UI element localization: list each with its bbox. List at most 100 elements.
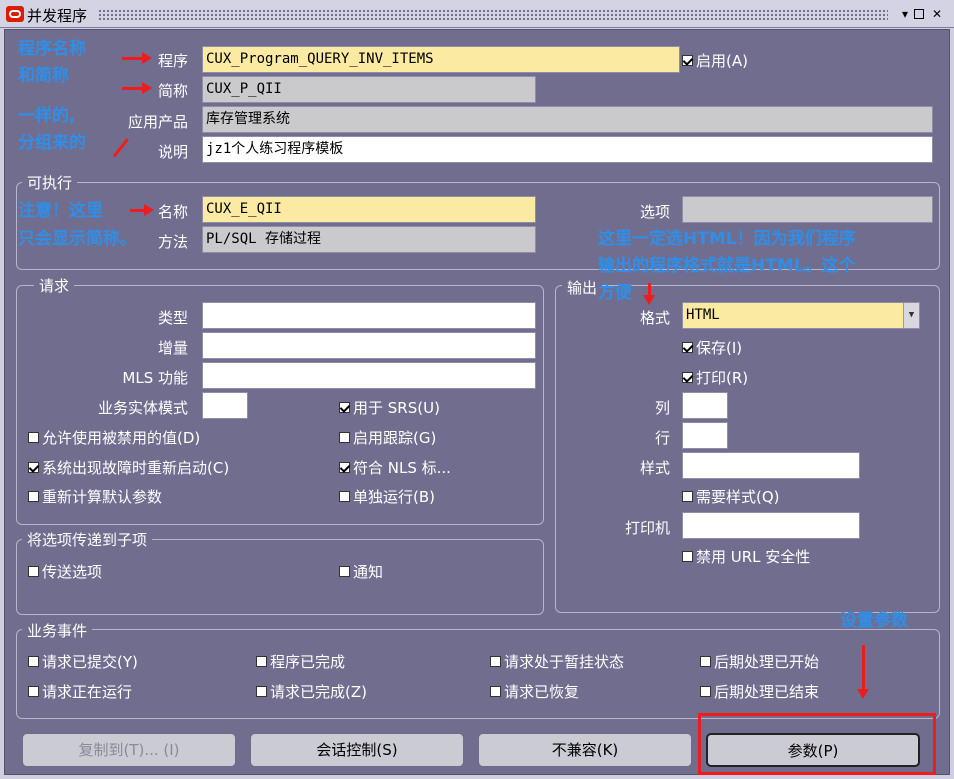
save-checkbox[interactable]: 保存(I) (682, 337, 742, 358)
minimize-icon[interactable]: ▾ (898, 7, 912, 21)
event-program-completed-checkbox[interactable]: 程序已完成 (256, 651, 345, 672)
allow-disabled-label: 允许使用被禁用的值(D) (42, 429, 201, 447)
annotation-same-1: 一样的, (18, 106, 76, 126)
incrementor-field[interactable] (202, 332, 536, 359)
style-required-checkbox[interactable]: 需要样式(Q) (682, 486, 780, 507)
pass-options-checkbox[interactable]: 传送选项 (28, 561, 102, 582)
printer-label: 打印机 (624, 519, 670, 537)
application-field[interactable]: 库存管理系统 (202, 106, 933, 133)
executable-group-title: 可执行 (22, 172, 78, 193)
nls-compliant-label: 符合 NLS 标... (353, 459, 451, 477)
oracle-logo-icon (6, 6, 24, 22)
restart-on-failure-checkbox[interactable]: 系统出现故障时重新启动(C) (28, 457, 229, 478)
annotation-program-name-2: 和简称 (18, 66, 69, 86)
arrow-to-exec-name (130, 204, 154, 216)
business-events-group-title: 业务事件 (22, 620, 93, 641)
request-type-label: 类型 (157, 309, 188, 327)
arrow-to-format (643, 283, 655, 305)
allow-disabled-checkbox[interactable]: 允许使用被禁用的值(D) (28, 427, 200, 448)
format-label: 格式 (639, 309, 670, 327)
notify-checkbox[interactable]: 通知 (339, 561, 383, 582)
title-bar: 并发程序 ▾ ✕ (0, 0, 954, 28)
maximize-icon[interactable] (914, 9, 924, 19)
disable-url-security-label: 禁用 URL 安全性 (696, 548, 811, 566)
mls-label: MLS 功能 (122, 369, 188, 387)
application-label: 应用产品 (127, 113, 188, 131)
arrow-to-short-name (122, 82, 152, 94)
recalc-defaults-checkbox[interactable]: 重新计算默认参数 (28, 486, 162, 507)
recalc-defaults-label: 重新计算默认参数 (42, 488, 163, 506)
use-in-srs-checkbox[interactable]: 用于 SRS(U) (339, 397, 440, 418)
enabled-checkbox-box[interactable] (682, 55, 693, 66)
close-icon[interactable]: ✕ (930, 7, 944, 21)
enabled-label: 启用(A) (696, 52, 748, 70)
style-required-label: 需要样式(Q) (696, 488, 780, 506)
operating-unit-label: 业务实体模式 (97, 399, 188, 417)
event-request-completed-checkbox[interactable]: 请求已完成(Z) (256, 681, 367, 702)
mls-field[interactable] (202, 362, 536, 389)
annotation-program-name-1: 程序名称 (18, 39, 86, 59)
title-bar-texture (98, 9, 888, 20)
program-field[interactable]: CUX_Program_QUERY_INV_ITEMS (202, 46, 680, 73)
annotation-html-1: 这里一定选HTML！因为我们程序 (598, 229, 856, 249)
short-name-field[interactable]: CUX_P_QII (202, 76, 536, 103)
print-checkbox[interactable]: 打印(R) (682, 367, 748, 388)
program-label: 程序 (157, 52, 188, 70)
event-resumed-label: 请求已恢复 (504, 683, 580, 701)
event-program-completed-label: 程序已完成 (270, 653, 346, 671)
arrow-to-parameters (857, 645, 869, 699)
event-submitted-label: 请求已提交(Y) (42, 653, 138, 671)
executable-name-field[interactable]: CUX_E_QII (202, 196, 536, 223)
nls-compliant-checkbox[interactable]: 符合 NLS 标... (339, 457, 451, 478)
enable-trace-checkbox[interactable]: 启用跟踪(G) (339, 427, 436, 448)
disable-url-security-checkbox[interactable]: 禁用 URL 安全性 (682, 546, 810, 567)
print-label: 打印(R) (696, 369, 749, 387)
operating-unit-field[interactable] (202, 392, 248, 419)
short-name-label: 简称 (157, 82, 188, 100)
enabled-checkbox[interactable]: 启用(A) (682, 50, 748, 71)
rows-field[interactable] (682, 422, 728, 449)
enable-trace-label: 启用跟踪(G) (353, 429, 437, 447)
event-post-end-label: 后期处理已结束 (714, 683, 820, 701)
annotation-note-2: 只会显示简称。 (18, 229, 137, 249)
use-in-srs-label: 用于 SRS(U) (353, 399, 440, 417)
style-field[interactable] (682, 452, 860, 479)
description-field[interactable]: jz1个人练习程序模板 (202, 136, 933, 163)
columns-label: 列 (654, 399, 670, 417)
copy-to-button[interactable]: 复制到(T)... (I) (22, 733, 236, 767)
format-select[interactable]: HTML ▼ (682, 302, 920, 329)
request-group-title: 请求 (34, 275, 75, 296)
session-control-button[interactable]: 会话控制(S) (250, 733, 464, 767)
event-request-completed-label: 请求已完成(Z) (270, 683, 367, 701)
event-post-end-checkbox[interactable]: 后期处理已结束 (700, 681, 819, 702)
save-label: 保存(I) (696, 339, 743, 357)
style-label: 样式 (639, 459, 670, 477)
format-value: HTML (686, 307, 720, 323)
options-label: 选项 (639, 203, 670, 221)
event-resumed-checkbox[interactable]: 请求已恢复 (490, 681, 579, 702)
event-post-start-checkbox[interactable]: 后期处理已开始 (700, 651, 819, 672)
event-submitted-checkbox[interactable]: 请求已提交(Y) (28, 651, 138, 672)
annotation-html-3: 方便 (598, 283, 632, 303)
notify-label: 通知 (353, 563, 384, 581)
event-on-hold-checkbox[interactable]: 请求处于暂挂状态 (490, 651, 624, 672)
run-alone-label: 单独运行(B) (353, 488, 435, 506)
run-alone-checkbox[interactable]: 单独运行(B) (339, 486, 435, 507)
event-running-label: 请求正在运行 (42, 683, 133, 701)
event-post-start-label: 后期处理已开始 (714, 653, 820, 671)
child-options-group-title: 将选项传递到子项 (22, 529, 153, 550)
options-field[interactable] (682, 196, 933, 223)
incompatibilities-button[interactable]: 不兼容(K) (478, 733, 692, 767)
arrow-to-program (122, 52, 152, 64)
method-field[interactable]: PL/SQL 存储过程 (202, 226, 536, 253)
rows-label: 行 (654, 429, 670, 447)
columns-field[interactable] (682, 392, 728, 419)
annotation-params: 设置参数 (840, 611, 908, 631)
printer-field[interactable] (682, 512, 860, 539)
window-title: 并发程序 (27, 7, 88, 25)
business-events-group (16, 629, 940, 719)
dropdown-icon[interactable]: ▼ (903, 303, 919, 328)
restart-on-failure-label: 系统出现故障时重新启动(C) (42, 459, 230, 477)
request-type-field[interactable] (202, 302, 536, 329)
event-running-checkbox[interactable]: 请求正在运行 (28, 681, 132, 702)
